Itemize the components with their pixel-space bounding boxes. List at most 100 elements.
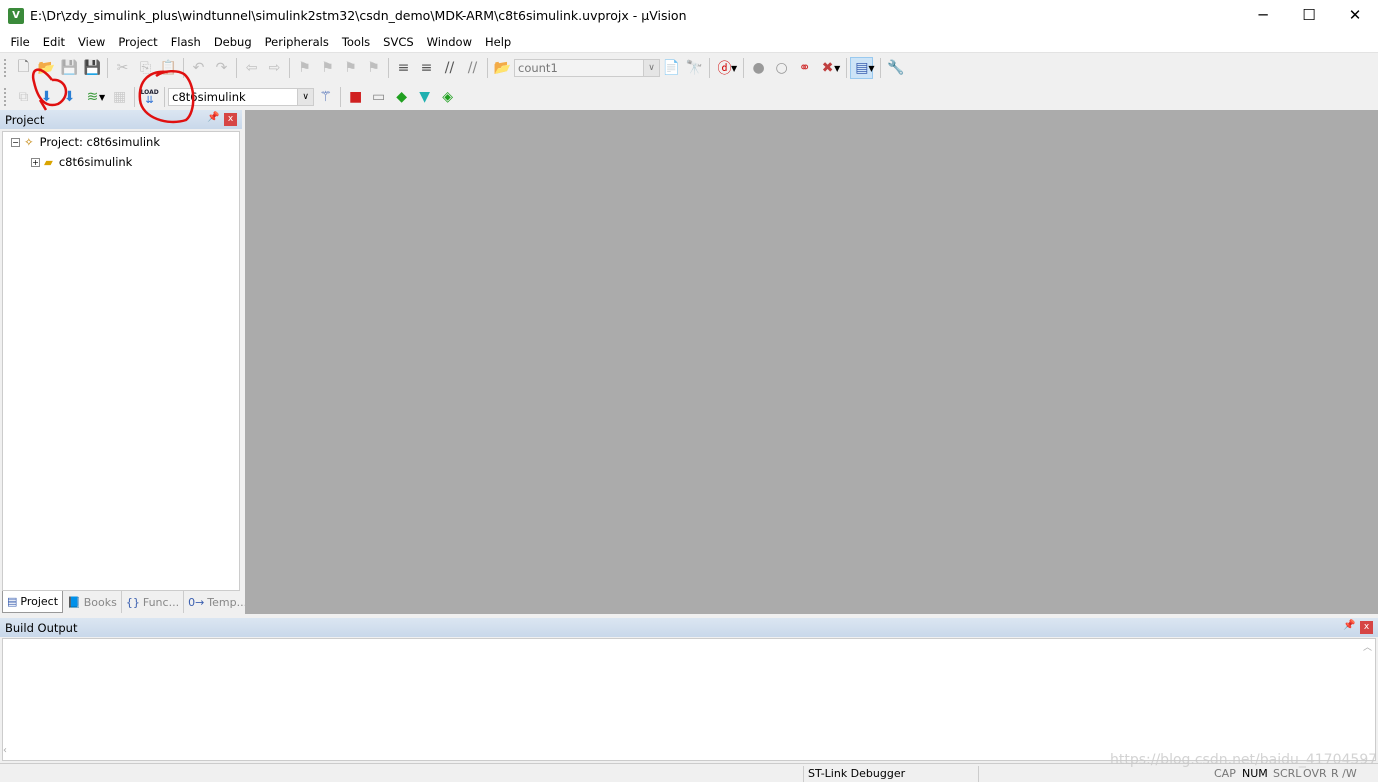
menu-view[interactable]: View <box>72 35 112 49</box>
menu-tools[interactable]: Tools <box>335 35 376 49</box>
build-icon[interactable]: ⬇ <box>35 86 58 108</box>
comment-icon[interactable]: // <box>438 57 461 79</box>
manage-run-env-icon[interactable]: ▼ <box>413 86 436 108</box>
editor-workspace <box>245 110 1378 614</box>
find-in-files-icon[interactable]: 📂 <box>491 57 514 79</box>
redo-icon[interactable]: ↷ <box>210 57 233 79</box>
stop-build-icon[interactable]: ▦ <box>108 86 131 108</box>
project-icon: ✧ <box>24 135 34 149</box>
enable-breakpoint-icon[interactable]: ○ <box>770 57 793 79</box>
target-options-icon[interactable]: ⚚ <box>314 86 337 108</box>
save-all-icon[interactable]: 💾 <box>81 57 104 79</box>
toolbar-separator <box>183 58 184 78</box>
menu-file[interactable]: File <box>4 35 36 49</box>
toolbar-build: ⧉ ⬇ ⬇ ≋ ▼ ▦ LOAD ⇊ c8t6simulink ∨ ⚚ ■ ▭ ◆ ▼ ◈ <box>0 84 490 110</box>
find-icon[interactable]: 📄 <box>660 57 683 79</box>
toolbar-separator <box>487 58 488 78</box>
search-combo[interactable]: count1 ∨ <box>514 59 660 77</box>
disable-breakpoints-icon[interactable]: ⚭ <box>793 57 816 79</box>
minimize-button[interactable]: ─ <box>1240 0 1286 31</box>
new-file-icon[interactable]: 🗋 <box>12 57 35 79</box>
tab-icon: ▤ <box>7 595 18 608</box>
insert-breakpoint-icon[interactable]: ● <box>747 57 770 79</box>
collapse-icon[interactable]: − <box>11 137 20 147</box>
dropdown-arrow-icon[interactable]: ▼ <box>868 64 874 73</box>
dropdown-arrow-icon[interactable]: ▼ <box>99 93 105 102</box>
build-output-close-button[interactable]: x <box>1360 621 1373 634</box>
paste-icon[interactable]: 📋 <box>157 57 180 79</box>
title-bar: V E:\Dr\zdy_simulink_plus\windtunnel\sim… <box>0 0 1378 31</box>
next-bookmark-icon[interactable]: ⚑ <box>339 57 362 79</box>
incremental-find-icon[interactable]: 🔭 <box>683 57 706 79</box>
maximize-button[interactable]: ☐ <box>1286 0 1332 31</box>
build-output-text[interactable] <box>2 638 1376 761</box>
unindent-icon[interactable]: ≡ <box>415 57 438 79</box>
build-output-panel: Build Output 📌 x ︿ ‹ <box>0 618 1378 763</box>
pin-icon[interactable]: 📌 <box>1343 620 1355 631</box>
dropdown-arrow-icon[interactable]: ▼ <box>834 64 840 73</box>
toolbar-separator <box>134 87 136 107</box>
tab-label: Project <box>20 595 59 608</box>
load-download-icon[interactable]: LOAD ⇊ <box>138 86 161 108</box>
close-button[interactable]: ✕ <box>1332 0 1378 31</box>
menu-debug[interactable]: Debug <box>207 35 258 49</box>
tab-project[interactable]: ▤ Project <box>2 591 64 613</box>
toolbar-grip[interactable] <box>4 59 7 77</box>
tree-node-project[interactable]: − ✧ Project: c8t6simulink <box>11 135 160 149</box>
menu-help[interactable]: Help <box>479 35 518 49</box>
menu-window[interactable]: Window <box>420 35 478 49</box>
pack-installer-icon[interactable]: ◆ <box>390 86 413 108</box>
project-panel-close-button[interactable]: x <box>224 113 237 126</box>
undo-icon[interactable]: ↶ <box>187 57 210 79</box>
chevron-down-icon[interactable]: ∨ <box>643 60 659 76</box>
tab-label: Books <box>83 595 117 609</box>
toolbar-separator <box>709 58 710 78</box>
cut-icon[interactable]: ✂ <box>111 57 134 79</box>
expand-icon[interactable]: + <box>31 157 40 167</box>
tab-books[interactable]: 📘 Books <box>63 591 122 613</box>
pin-icon[interactable]: 📌 <box>207 112 219 123</box>
menu-edit[interactable]: Edit <box>36 35 71 49</box>
event-recorder-icon[interactable]: ◈ <box>436 86 459 108</box>
watermark: https://blog.csdn.net/baidu_41704597 <box>1110 752 1378 768</box>
clear-bookmarks-icon[interactable]: ⚑ <box>362 57 385 79</box>
select-packs-icon[interactable]: ▭ <box>367 86 390 108</box>
copy-icon[interactable]: ⎘ <box>134 57 157 79</box>
manage-components-icon[interactable]: ■ <box>344 86 367 108</box>
translate-icon[interactable]: ⧉ <box>12 86 35 108</box>
project-panel-header: Project 📌 x <box>0 110 242 129</box>
toolbar-separator <box>236 58 237 78</box>
tree-node-target[interactable]: + ▰ c8t6simulink <box>31 155 132 169</box>
tab-icon: {} <box>125 595 140 609</box>
menu-peripherals[interactable]: Peripherals <box>258 35 335 49</box>
tab-icon: 0→ <box>188 595 205 609</box>
open-file-icon[interactable]: 📂 <box>35 57 58 79</box>
toolbar-grip[interactable] <box>4 88 7 106</box>
prev-bookmark-icon[interactable]: ⚑ <box>316 57 339 79</box>
target-select[interactable]: c8t6simulink ∨ <box>168 88 315 106</box>
save-icon[interactable]: 💾 <box>58 57 81 79</box>
uncomment-icon[interactable]: // <box>461 57 484 79</box>
bookmark-icon[interactable]: ⚑ <box>293 57 316 79</box>
tab-temp[interactable]: 0→ Temp... <box>184 591 253 613</box>
search-combo-value: count1 <box>518 61 558 75</box>
menu-project[interactable]: Project <box>112 35 164 49</box>
nav-forward-icon[interactable]: ⇨ <box>263 57 286 79</box>
indent-icon[interactable]: ≡ <box>392 57 415 79</box>
project-panel: Project 📌 x − ✧ Project: c8t6simulink + … <box>0 110 253 614</box>
menu-flash[interactable]: Flash <box>164 35 207 49</box>
nav-back-icon[interactable]: ⇦ <box>240 57 263 79</box>
status-debugger: ST-Link Debugger <box>803 766 978 782</box>
toolbar-separator <box>164 87 166 107</box>
target-select-value: c8t6simulink <box>172 90 246 104</box>
vertical-scrollbar[interactable]: ︿ <box>1360 640 1375 745</box>
toolbar-separator <box>289 58 290 78</box>
chevron-down-icon[interactable]: ∨ <box>297 89 314 105</box>
tab-func[interactable]: {} Func... <box>122 591 185 613</box>
rebuild-icon[interactable]: ⬇ <box>58 86 81 108</box>
menu-svcs[interactable]: SVCS <box>377 35 421 49</box>
project-panel-tabs: ▤ Project 📘 Books{} Func... 0→ Temp... <box>2 591 253 613</box>
app-icon: V <box>8 7 24 24</box>
configure-wrench-icon[interactable]: 🔧 <box>884 57 907 79</box>
dropdown-arrow-icon[interactable]: ▼ <box>731 64 737 73</box>
